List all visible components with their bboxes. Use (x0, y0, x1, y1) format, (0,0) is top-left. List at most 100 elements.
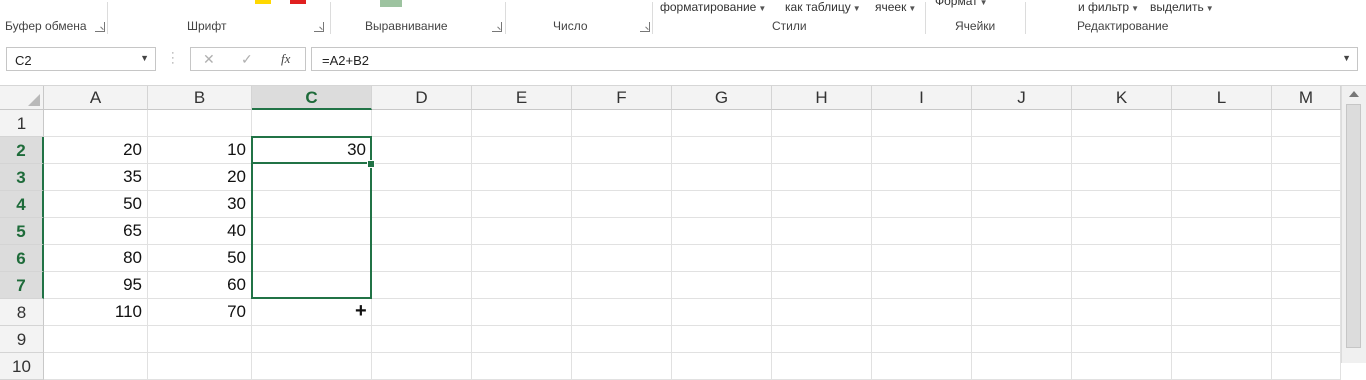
cell-c8[interactable] (252, 299, 372, 326)
cell-a6[interactable]: 80 (44, 245, 148, 272)
cell-m3[interactable] (1272, 164, 1341, 191)
cell-d2[interactable] (372, 137, 472, 164)
row-header-10[interactable]: 10 (0, 353, 44, 380)
column-header-d[interactable]: D (372, 86, 472, 110)
conditional-formatting-button[interactable]: форматирование ▼ (660, 0, 766, 14)
column-header-i[interactable]: I (872, 86, 972, 110)
cell-k9[interactable] (1072, 326, 1172, 353)
cell-a5[interactable]: 65 (44, 218, 148, 245)
cell-l5[interactable] (1172, 218, 1272, 245)
cell-i2[interactable] (872, 137, 972, 164)
cell-e7[interactable] (472, 272, 572, 299)
insert-function-icon[interactable]: fx (281, 51, 290, 67)
row-header-5[interactable]: 5 (0, 218, 44, 245)
cell-j4[interactable] (972, 191, 1072, 218)
dialog-launcher-icon[interactable] (314, 22, 324, 32)
cell-c10[interactable] (252, 353, 372, 380)
row-header-9[interactable]: 9 (0, 326, 44, 353)
name-box[interactable]: C2 ▼ (6, 47, 156, 71)
cell-a4[interactable]: 50 (44, 191, 148, 218)
cell-m2[interactable] (1272, 137, 1341, 164)
cell-l7[interactable] (1172, 272, 1272, 299)
row-header-1[interactable]: 1 (0, 110, 44, 137)
row-header-3[interactable]: 3 (0, 164, 44, 191)
cell-k3[interactable] (1072, 164, 1172, 191)
select-all-button[interactable] (0, 86, 44, 110)
cell-k7[interactable] (1072, 272, 1172, 299)
cell-l3[interactable] (1172, 164, 1272, 191)
cell-e10[interactable] (472, 353, 572, 380)
cell-f5[interactable] (572, 218, 672, 245)
cell-h5[interactable] (772, 218, 872, 245)
cell-d7[interactable] (372, 272, 472, 299)
cell-g5[interactable] (672, 218, 772, 245)
cell-m7[interactable] (1272, 272, 1341, 299)
cell-i8[interactable] (872, 299, 972, 326)
cell-i1[interactable] (872, 110, 972, 137)
cell-i9[interactable] (872, 326, 972, 353)
cell-c7[interactable] (252, 272, 372, 299)
cell-b10[interactable] (148, 353, 252, 380)
scroll-thumb[interactable] (1346, 104, 1361, 348)
cell-c1[interactable] (252, 110, 372, 137)
cell-i6[interactable] (872, 245, 972, 272)
cell-g10[interactable] (672, 353, 772, 380)
row-header-2[interactable]: 2 (0, 137, 44, 164)
cell-h9[interactable] (772, 326, 872, 353)
cell-j8[interactable] (972, 299, 1072, 326)
cell-styles-button[interactable]: ячеек ▼ (875, 0, 916, 14)
cell-g4[interactable] (672, 191, 772, 218)
cell-b4[interactable]: 30 (148, 191, 252, 218)
cell-b9[interactable] (148, 326, 252, 353)
cell-f6[interactable] (572, 245, 672, 272)
cell-l10[interactable] (1172, 353, 1272, 380)
cell-d3[interactable] (372, 164, 472, 191)
cell-f3[interactable] (572, 164, 672, 191)
cell-k2[interactable] (1072, 137, 1172, 164)
sort-filter-button[interactable]: и фильтр ▼ (1078, 0, 1139, 14)
cell-j7[interactable] (972, 272, 1072, 299)
cell-h6[interactable] (772, 245, 872, 272)
row-header-6[interactable]: 6 (0, 245, 44, 272)
find-select-button[interactable]: выделить ▼ (1150, 0, 1214, 14)
cell-g3[interactable] (672, 164, 772, 191)
cell-a3[interactable]: 35 (44, 164, 148, 191)
cell-i5[interactable] (872, 218, 972, 245)
cell-f10[interactable] (572, 353, 672, 380)
column-header-k[interactable]: K (1072, 86, 1172, 110)
column-header-a[interactable]: A (44, 86, 148, 110)
cell-g6[interactable] (672, 245, 772, 272)
cell-f9[interactable] (572, 326, 672, 353)
cell-d8[interactable] (372, 299, 472, 326)
formula-input[interactable]: =A2+B2 ▼ (311, 47, 1358, 71)
cell-c6[interactable] (252, 245, 372, 272)
format-button[interactable]: Формат ▼ (935, 0, 988, 8)
cell-l8[interactable] (1172, 299, 1272, 326)
cell-l4[interactable] (1172, 191, 1272, 218)
format-as-table-button[interactable]: как таблицу ▼ (785, 0, 861, 14)
row-header-8[interactable]: 8 (0, 299, 44, 326)
cell-h10[interactable] (772, 353, 872, 380)
cell-h4[interactable] (772, 191, 872, 218)
cell-e5[interactable] (472, 218, 572, 245)
cell-b3[interactable]: 20 (148, 164, 252, 191)
row-header-7[interactable]: 7 (0, 272, 44, 299)
cell-m4[interactable] (1272, 191, 1341, 218)
column-header-b[interactable]: B (148, 86, 252, 110)
row-header-4[interactable]: 4 (0, 191, 44, 218)
cell-j1[interactable] (972, 110, 1072, 137)
cell-e8[interactable] (472, 299, 572, 326)
cell-k6[interactable] (1072, 245, 1172, 272)
cell-j10[interactable] (972, 353, 1072, 380)
cell-l2[interactable] (1172, 137, 1272, 164)
cell-m5[interactable] (1272, 218, 1341, 245)
cell-d4[interactable] (372, 191, 472, 218)
cell-k8[interactable] (1072, 299, 1172, 326)
column-header-j[interactable]: J (972, 86, 1072, 110)
cell-h3[interactable] (772, 164, 872, 191)
highlight-color-swatch[interactable] (255, 0, 271, 4)
cell-k10[interactable] (1072, 353, 1172, 380)
cell-a8[interactable]: 110 (44, 299, 148, 326)
column-header-e[interactable]: E (472, 86, 572, 110)
dialog-launcher-icon[interactable] (640, 22, 650, 32)
